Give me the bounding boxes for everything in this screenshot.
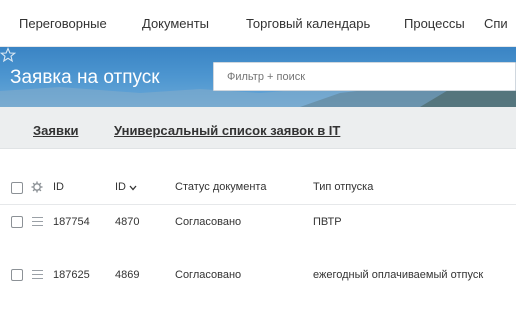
column-header-id-sorted[interactable]: ID bbox=[115, 181, 126, 193]
column-header-status[interactable]: Статус документа bbox=[175, 181, 266, 193]
row-checkbox[interactable] bbox=[11, 269, 23, 281]
column-header-leave-type[interactable]: Тип отпуска bbox=[313, 181, 373, 193]
page-title: Заявка на отпуск bbox=[10, 67, 160, 88]
select-all-checkbox[interactable] bbox=[11, 182, 23, 194]
subtabs-bar: Заявки Универсальный список заявок в IT bbox=[0, 107, 516, 149]
column-header-id[interactable]: ID bbox=[53, 181, 64, 193]
cell-status: Согласовано bbox=[175, 269, 242, 281]
requests-table: ID ID Статус документа Тип отпуска 18775… bbox=[0, 149, 516, 289]
header-banner: Заявка на отпуск bbox=[0, 47, 516, 107]
tab-universal-it-requests[interactable]: Универсальный список заявок в IT bbox=[114, 123, 340, 138]
cell-id-number: 4870 bbox=[115, 216, 140, 228]
chevron-down-icon[interactable] bbox=[129, 185, 137, 191]
tab-requests[interactable]: Заявки bbox=[33, 123, 78, 138]
cell-id: 187625 bbox=[53, 269, 90, 281]
nav-item-processes[interactable]: Процессы bbox=[404, 16, 465, 31]
cell-id: 187754 bbox=[53, 216, 90, 228]
top-navigation: Переговорные Документы Торговый календар… bbox=[0, 0, 516, 47]
hamburger-menu-icon[interactable] bbox=[32, 217, 43, 226]
table-row[interactable]: 187625 4869 Согласовано ежегодный оплачи… bbox=[0, 257, 516, 309]
cell-leave-type: ПВТР bbox=[313, 216, 342, 228]
search-input[interactable] bbox=[213, 62, 516, 91]
cell-id-number: 4869 bbox=[115, 269, 140, 281]
cell-status: Согласовано bbox=[175, 216, 242, 228]
nav-item-trade-calendar[interactable]: Торговый календарь bbox=[246, 16, 370, 31]
nav-item-documents[interactable]: Документы bbox=[142, 16, 209, 31]
table-header: ID ID Статус документа Тип отпуска bbox=[0, 149, 516, 205]
row-checkbox[interactable] bbox=[11, 216, 23, 228]
table-row[interactable]: 187754 4870 Согласовано ПВТР bbox=[0, 205, 516, 257]
nav-item-meeting-rooms[interactable]: Переговорные bbox=[19, 16, 107, 31]
hamburger-menu-icon[interactable] bbox=[32, 270, 43, 279]
nav-item-lists[interactable]: Спи bbox=[484, 16, 508, 31]
star-outline-icon[interactable] bbox=[0, 47, 16, 63]
gear-icon[interactable] bbox=[31, 181, 43, 193]
cell-leave-type: ежегодный оплачиваемый отпуск bbox=[313, 269, 484, 281]
